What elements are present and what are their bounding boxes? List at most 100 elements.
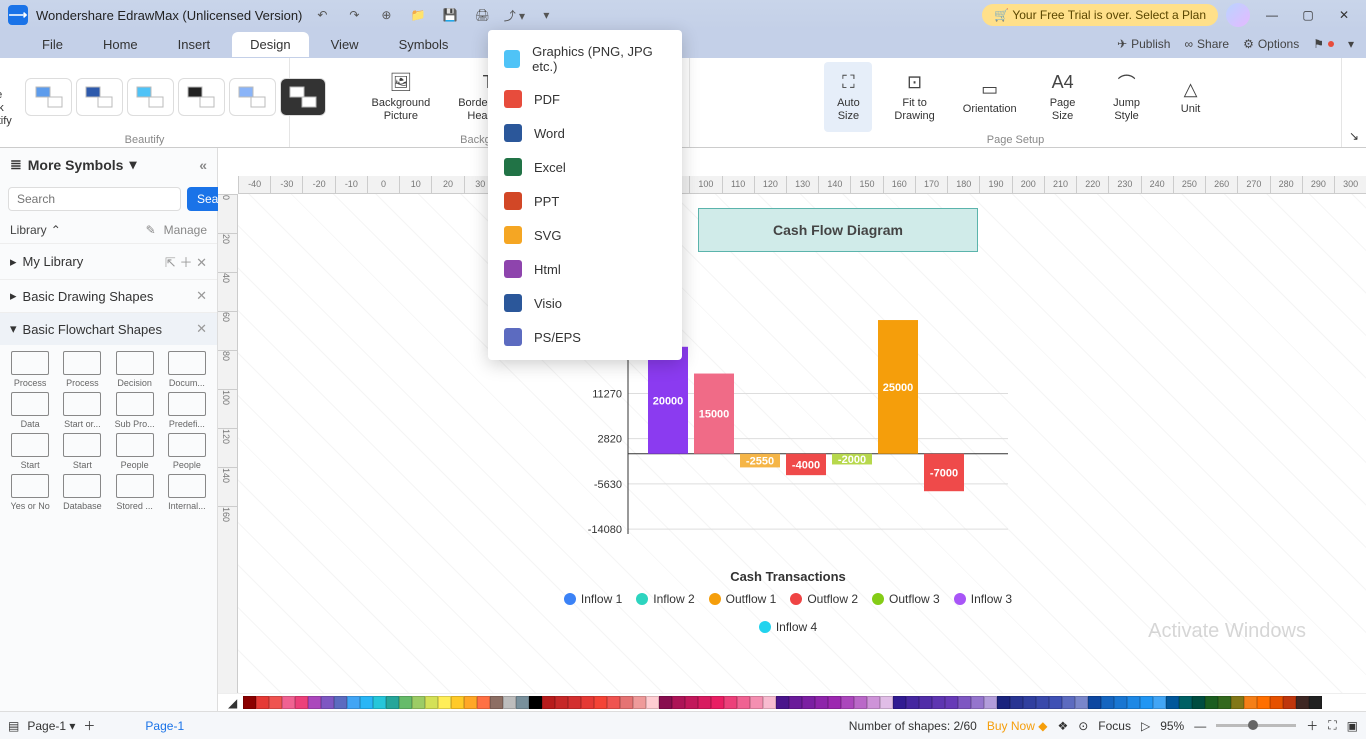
bg-picture-button[interactable]: 🖼Background Picture — [365, 62, 436, 132]
color-swatch[interactable] — [360, 696, 373, 709]
maximize-button[interactable]: ▢ — [1294, 3, 1322, 27]
color-swatch[interactable] — [841, 696, 854, 709]
shape-palette-item[interactable]: Start — [58, 433, 106, 470]
color-swatch[interactable] — [893, 696, 906, 709]
close-icon[interactable]: ✕ — [196, 288, 207, 304]
color-swatch[interactable] — [1166, 696, 1179, 709]
edit-icon[interactable]: ✎ — [146, 223, 156, 237]
basicflowchart-section[interactable]: ▾ Basic Flowchart Shapes✕ — [0, 312, 217, 345]
zoom-in-button[interactable]: ＋ — [1306, 717, 1318, 734]
color-swatch[interactable] — [672, 696, 685, 709]
color-swatch[interactable] — [1140, 696, 1153, 709]
canvas[interactable]: Cash Flow Diagram -14080-563028201127020… — [238, 194, 1366, 693]
color-swatch[interactable] — [1296, 696, 1309, 709]
pages-icon[interactable]: ▤ — [8, 719, 19, 733]
close-button[interactable]: ✕ — [1330, 3, 1358, 27]
color-swatch[interactable] — [373, 696, 386, 709]
menu-home[interactable]: Home — [85, 32, 156, 57]
shape-palette-item[interactable]: People — [163, 433, 211, 470]
color-swatch[interactable] — [490, 696, 503, 709]
menu-file[interactable]: File — [24, 32, 81, 57]
export-option[interactable]: PDF — [488, 82, 682, 116]
presentation-icon[interactable]: ▷ — [1141, 719, 1150, 733]
color-swatch[interactable] — [685, 696, 698, 709]
shape-palette-item[interactable]: Data — [6, 392, 54, 429]
shape-palette-item[interactable]: Predefi... — [163, 392, 211, 429]
close-icon[interactable]: ✕ — [196, 321, 207, 337]
oneclick-beautify-button[interactable]: ✦ One Click Beautify — [0, 62, 21, 132]
color-swatch[interactable] — [750, 696, 763, 709]
minimize-button[interactable]: — — [1258, 3, 1286, 27]
color-swatch[interactable] — [789, 696, 802, 709]
color-swatch[interactable] — [334, 696, 347, 709]
more-symbols-title[interactable]: More Symbols — [28, 157, 124, 173]
pagesize-button[interactable]: A4Page Size — [1039, 62, 1087, 132]
fullscreen-icon[interactable]: ▣ — [1347, 719, 1358, 733]
color-swatch[interactable] — [646, 696, 659, 709]
shape-palette-item[interactable]: Database — [58, 474, 106, 511]
color-swatch[interactable] — [958, 696, 971, 709]
color-swatch[interactable] — [438, 696, 451, 709]
notifications-icon[interactable]: ⚑ — [1313, 37, 1334, 51]
focus-label[interactable]: Focus — [1098, 719, 1131, 733]
color-swatch[interactable] — [1179, 696, 1192, 709]
color-swatch[interactable] — [1062, 696, 1075, 709]
color-swatch[interactable] — [594, 696, 607, 709]
shape-palette-item[interactable]: Decision — [111, 351, 159, 388]
color-swatch[interactable] — [1244, 696, 1257, 709]
color-swatch[interactable] — [1023, 696, 1036, 709]
shape-palette-item[interactable]: Stored ... — [111, 474, 159, 511]
color-swatch[interactable] — [1270, 696, 1283, 709]
color-swatch[interactable] — [568, 696, 581, 709]
color-swatch[interactable] — [516, 696, 529, 709]
focus-icon[interactable]: ⊙ — [1078, 719, 1088, 733]
color-swatch[interactable] — [542, 696, 555, 709]
fit-page-icon[interactable]: ⛶ — [1328, 718, 1336, 733]
color-swatch[interactable] — [698, 696, 711, 709]
shape-palette-item[interactable]: Start — [6, 433, 54, 470]
library-label[interactable]: Library — [10, 223, 47, 237]
layers-icon[interactable]: ❖ — [1057, 719, 1068, 733]
color-swatch[interactable] — [477, 696, 490, 709]
add-icon[interactable]: ＋ — [179, 255, 192, 270]
theme-swatch-2[interactable] — [76, 78, 123, 116]
theme-swatch-1[interactable] — [25, 78, 72, 116]
open-icon[interactable]: 📁 — [406, 3, 430, 27]
color-swatch[interactable] — [503, 696, 516, 709]
color-swatch[interactable] — [1049, 696, 1062, 709]
export-option[interactable]: Graphics (PNG, JPG etc.) — [488, 36, 682, 82]
more-icon[interactable]: ▾ — [534, 3, 558, 27]
trial-badge[interactable]: 🛒 Your Free Trial is over. Select a Plan — [982, 4, 1218, 26]
shape-palette-item[interactable]: Docum... — [163, 351, 211, 388]
export-option[interactable]: Excel — [488, 150, 682, 184]
color-swatch[interactable] — [399, 696, 412, 709]
color-swatch[interactable] — [1153, 696, 1166, 709]
color-swatch[interactable] — [581, 696, 594, 709]
color-swatch[interactable] — [633, 696, 646, 709]
add-page-button[interactable]: ＋ — [83, 717, 95, 734]
color-swatch[interactable] — [1257, 696, 1270, 709]
color-swatch[interactable] — [854, 696, 867, 709]
color-swatch[interactable] — [607, 696, 620, 709]
undo-icon[interactable]: ↶ — [310, 3, 334, 27]
color-swatch[interactable] — [802, 696, 815, 709]
color-swatch[interactable] — [425, 696, 438, 709]
color-swatch[interactable] — [815, 696, 828, 709]
active-page-tab[interactable]: Page-1 — [145, 719, 184, 733]
menu-overflow-icon[interactable]: ▾ — [1348, 37, 1354, 51]
shape-palette-item[interactable]: Process — [6, 351, 54, 388]
color-swatch[interactable] — [867, 696, 880, 709]
color-swatch[interactable] — [919, 696, 932, 709]
theme-swatch-5[interactable] — [229, 78, 276, 116]
color-swatch[interactable] — [1010, 696, 1023, 709]
jumpstyle-button[interactable]: ⌒Jump Style — [1103, 62, 1151, 132]
unit-button[interactable]: △Unit — [1167, 62, 1215, 132]
page-select[interactable]: Page-1 ▾ — [27, 719, 75, 733]
fill-icon[interactable]: ◢ — [228, 696, 237, 710]
color-swatch[interactable] — [659, 696, 672, 709]
basicdrawing-section[interactable]: ▸ Basic Drawing Shapes✕ — [0, 279, 217, 312]
color-swatch[interactable] — [243, 696, 256, 709]
color-swatch[interactable] — [347, 696, 360, 709]
autosize-button[interactable]: ⛶Auto Size — [824, 62, 872, 132]
export-option[interactable]: Visio — [488, 286, 682, 320]
